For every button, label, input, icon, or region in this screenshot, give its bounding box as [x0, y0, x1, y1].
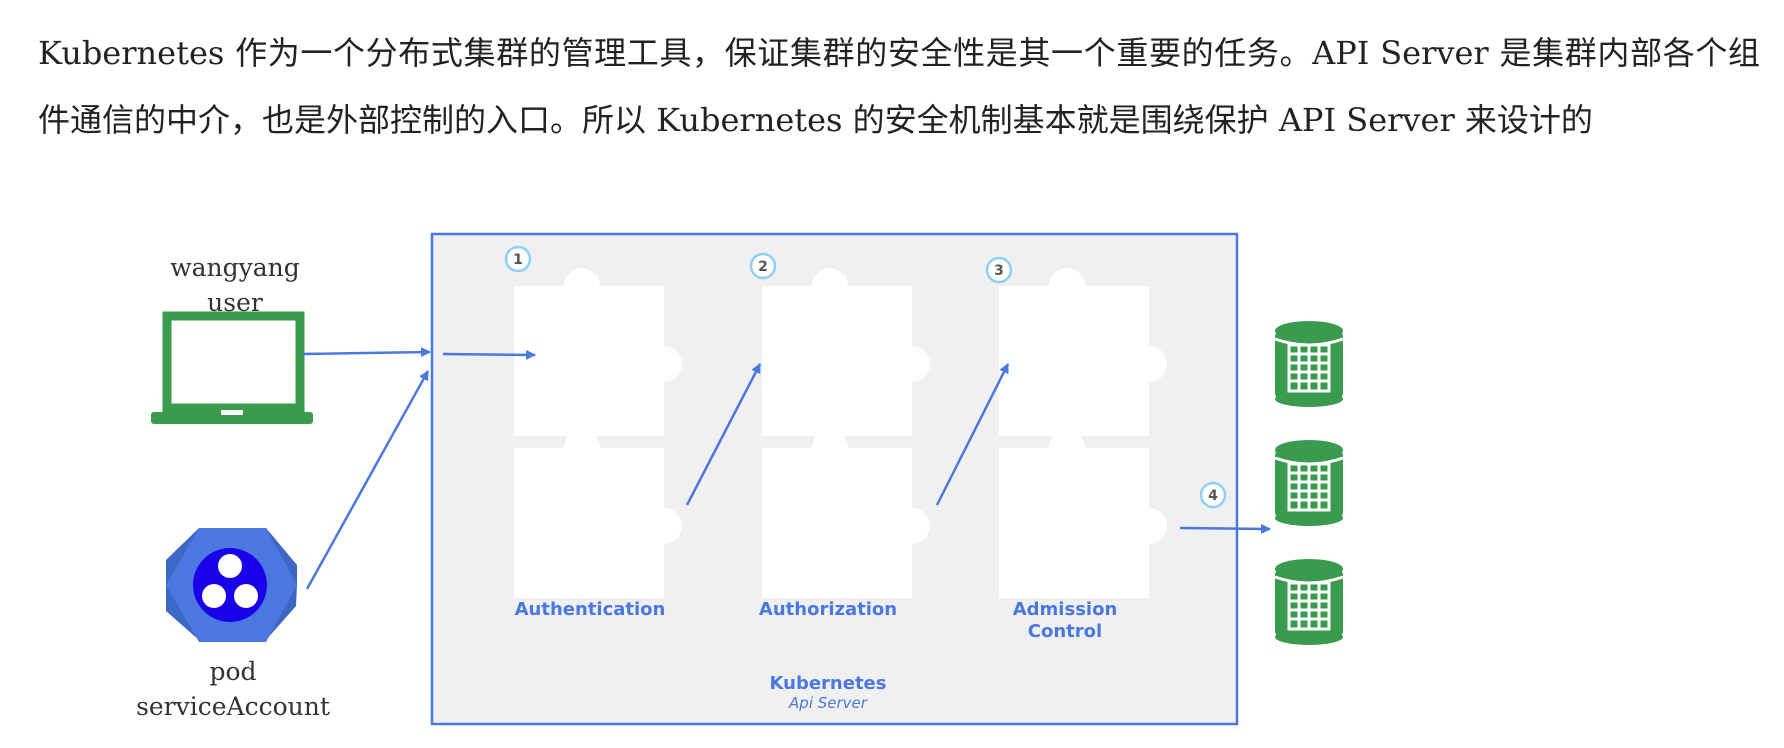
- admission-puzzle-top: [999, 267, 1167, 436]
- authentication-puzzle-top: [514, 267, 682, 436]
- admission-control-label-line2: Control: [1028, 621, 1102, 642]
- pod-label: pod: [209, 657, 256, 686]
- step-number-1: 1: [504, 245, 532, 273]
- arrow-user-to-server: [302, 347, 431, 358]
- api-server-subtitle: Api Server: [788, 694, 868, 712]
- database-icon: [1274, 321, 1344, 407]
- svg-text:4: 4: [1208, 488, 1218, 504]
- step-number-2: 2: [749, 252, 777, 280]
- admission-control-label-line1: Admission: [1013, 599, 1118, 620]
- arrow-to-storage: [1179, 523, 1271, 534]
- authentication-puzzle-bottom: [514, 429, 682, 598]
- svg-text:1: 1: [513, 252, 523, 268]
- authentication-label: Authentication: [515, 599, 666, 620]
- svg-text:2: 2: [758, 259, 768, 275]
- step-number-4: 4: [1199, 481, 1227, 509]
- authorization-puzzle-top: [762, 267, 930, 436]
- api-server-title: Kubernetes: [770, 673, 887, 694]
- authorization-label: Authorization: [759, 599, 897, 620]
- svg-text:3: 3: [994, 263, 1004, 279]
- service-account-label: serviceAccount: [136, 692, 330, 721]
- pod-hexagon-icon: [166, 528, 297, 642]
- step-number-3: 3: [985, 256, 1013, 284]
- user-name-label: wangyang: [170, 253, 300, 282]
- laptop-icon: [151, 311, 313, 424]
- database-icon: [1274, 440, 1344, 526]
- arrow-pod-to-server: [305, 370, 430, 590]
- security-diagram: 1 2 3 4 Authentication Authorization Adm…: [136, 232, 1344, 726]
- authorization-puzzle-bottom: [762, 429, 930, 598]
- arrow-into-authentication: [442, 349, 536, 360]
- database-icon: [1274, 559, 1344, 645]
- admission-puzzle-bottom: [999, 429, 1167, 598]
